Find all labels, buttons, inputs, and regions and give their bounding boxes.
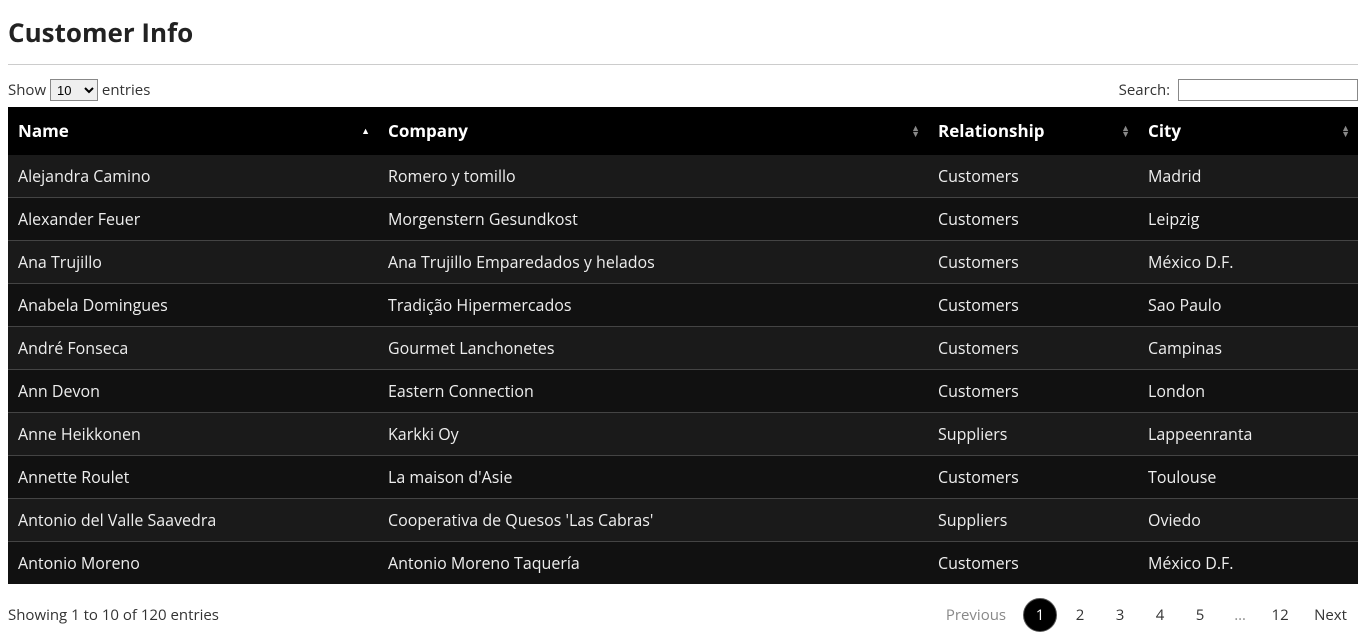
cell-company: Eastern Connection	[378, 370, 928, 413]
length-control: Show 102550100 entries	[8, 79, 150, 101]
cell-company: Morgenstern Gesundkost	[378, 198, 928, 241]
pager-page[interactable]: 1	[1023, 598, 1057, 632]
table-row[interactable]: Ana TrujilloAna Trujillo Emparedados y h…	[8, 241, 1358, 284]
length-select[interactable]: 102550100	[50, 79, 98, 101]
cell-city: Madrid	[1138, 155, 1358, 198]
cell-city: México D.F.	[1138, 241, 1358, 284]
sort-icon: ▲▼	[911, 125, 920, 137]
cell-relationship: Customers	[928, 542, 1138, 585]
table-row[interactable]: Alejandra CaminoRomero y tomilloCustomer…	[8, 155, 1358, 198]
pager-previous[interactable]: Previous	[935, 598, 1017, 632]
cell-name: Annette Roulet	[8, 456, 378, 499]
cell-company: Gourmet Lanchonetes	[378, 327, 928, 370]
column-header[interactable]: Company ▲▼	[378, 107, 928, 155]
cell-relationship: Customers	[928, 456, 1138, 499]
table-row[interactable]: Anne HeikkonenKarkki OySuppliersLappeenr…	[8, 413, 1358, 456]
cell-city: Lappeenranta	[1138, 413, 1358, 456]
cell-name: Anne Heikkonen	[8, 413, 378, 456]
cell-city: Sao Paulo	[1138, 284, 1358, 327]
cell-relationship: Customers	[928, 284, 1138, 327]
cell-name: Ann Devon	[8, 370, 378, 413]
table-body: Alejandra CaminoRomero y tomilloCustomer…	[8, 155, 1358, 585]
table-head: Name ▲ Company ▲▼ Relationship ▲▼ City ▲▼	[8, 107, 1358, 155]
pager-page[interactable]: 5	[1183, 598, 1217, 632]
cell-relationship: Customers	[928, 370, 1138, 413]
cell-company: La maison d'Asie	[378, 456, 928, 499]
table-head-row: Name ▲ Company ▲▼ Relationship ▲▼ City ▲▼	[8, 107, 1358, 155]
length-suffix: entries	[102, 80, 150, 100]
pager-ellipsis: …	[1223, 598, 1257, 632]
column-label: Name	[18, 119, 69, 142]
pager-page[interactable]: 3	[1103, 598, 1137, 632]
cell-name: Alexander Feuer	[8, 198, 378, 241]
sort-icon: ▲▼	[1341, 125, 1350, 137]
table-row[interactable]: Annette RouletLa maison d'AsieCustomersT…	[8, 456, 1358, 499]
cell-city: Oviedo	[1138, 499, 1358, 542]
column-label: City	[1148, 119, 1181, 142]
table-info: Showing 1 to 10 of 120 entries	[8, 605, 219, 625]
divider	[8, 64, 1358, 65]
cell-name: Antonio Moreno	[8, 542, 378, 585]
search-control: Search:	[1119, 79, 1358, 101]
cell-relationship: Customers	[928, 241, 1138, 284]
cell-relationship: Suppliers	[928, 413, 1138, 456]
cell-city: Leipzig	[1138, 198, 1358, 241]
cell-name: André Fonseca	[8, 327, 378, 370]
cell-relationship: Customers	[928, 198, 1138, 241]
cell-company: Ana Trujillo Emparedados y helados	[378, 241, 928, 284]
pager: Previous12345…12Next	[935, 598, 1358, 632]
cell-company: Cooperativa de Quesos 'Las Cabras'	[378, 499, 928, 542]
cell-name: Anabela Domingues	[8, 284, 378, 327]
column-label: Company	[388, 119, 468, 142]
length-label: Show 102550100 entries	[8, 80, 150, 100]
table-row[interactable]: André FonsecaGourmet LanchonetesCustomer…	[8, 327, 1358, 370]
cell-relationship: Customers	[928, 155, 1138, 198]
cell-relationship: Customers	[928, 327, 1138, 370]
column-header[interactable]: Name ▲	[8, 107, 378, 155]
table-row[interactable]: Antonio del Valle SaavedraCooperativa de…	[8, 499, 1358, 542]
cell-company: Antonio Moreno Taquería	[378, 542, 928, 585]
search-label-text: Search:	[1119, 80, 1170, 100]
sort-icon: ▲	[361, 128, 370, 134]
cell-name: Alejandra Camino	[8, 155, 378, 198]
pager-page[interactable]: 2	[1063, 598, 1097, 632]
cell-city: México D.F.	[1138, 542, 1358, 585]
length-prefix: Show	[8, 80, 46, 100]
pager-page[interactable]: 4	[1143, 598, 1177, 632]
cell-company: Romero y tomillo	[378, 155, 928, 198]
customer-table: Name ▲ Company ▲▼ Relationship ▲▼ City ▲▼ Aleja…	[8, 107, 1358, 584]
cell-company: Tradição Hipermercados	[378, 284, 928, 327]
table-row[interactable]: Ann DevonEastern ConnectionCustomersLond…	[8, 370, 1358, 413]
table-controls: Show 102550100 entries Search:	[8, 79, 1358, 101]
cell-city: Toulouse	[1138, 456, 1358, 499]
search-input[interactable]	[1178, 79, 1358, 101]
search-label: Search:	[1119, 80, 1358, 100]
cell-city: Campinas	[1138, 327, 1358, 370]
pager-page[interactable]: 12	[1263, 598, 1297, 632]
sort-icon: ▲▼	[1121, 125, 1130, 137]
table-row[interactable]: Antonio MorenoAntonio Moreno TaqueríaCus…	[8, 542, 1358, 585]
cell-name: Ana Trujillo	[8, 241, 378, 284]
cell-company: Karkki Oy	[378, 413, 928, 456]
pager-next[interactable]: Next	[1303, 598, 1358, 632]
column-label: Relationship	[938, 119, 1045, 142]
table-footer: Showing 1 to 10 of 120 entries Previous1…	[8, 598, 1358, 632]
column-header[interactable]: Relationship ▲▼	[928, 107, 1138, 155]
table-row[interactable]: Anabela DominguesTradição HipermercadosC…	[8, 284, 1358, 327]
cell-name: Antonio del Valle Saavedra	[8, 499, 378, 542]
cell-city: London	[1138, 370, 1358, 413]
page-title: Customer Info	[8, 14, 1358, 50]
cell-relationship: Suppliers	[928, 499, 1138, 542]
table-row[interactable]: Alexander FeuerMorgenstern GesundkostCus…	[8, 198, 1358, 241]
column-header[interactable]: City ▲▼	[1138, 107, 1358, 155]
